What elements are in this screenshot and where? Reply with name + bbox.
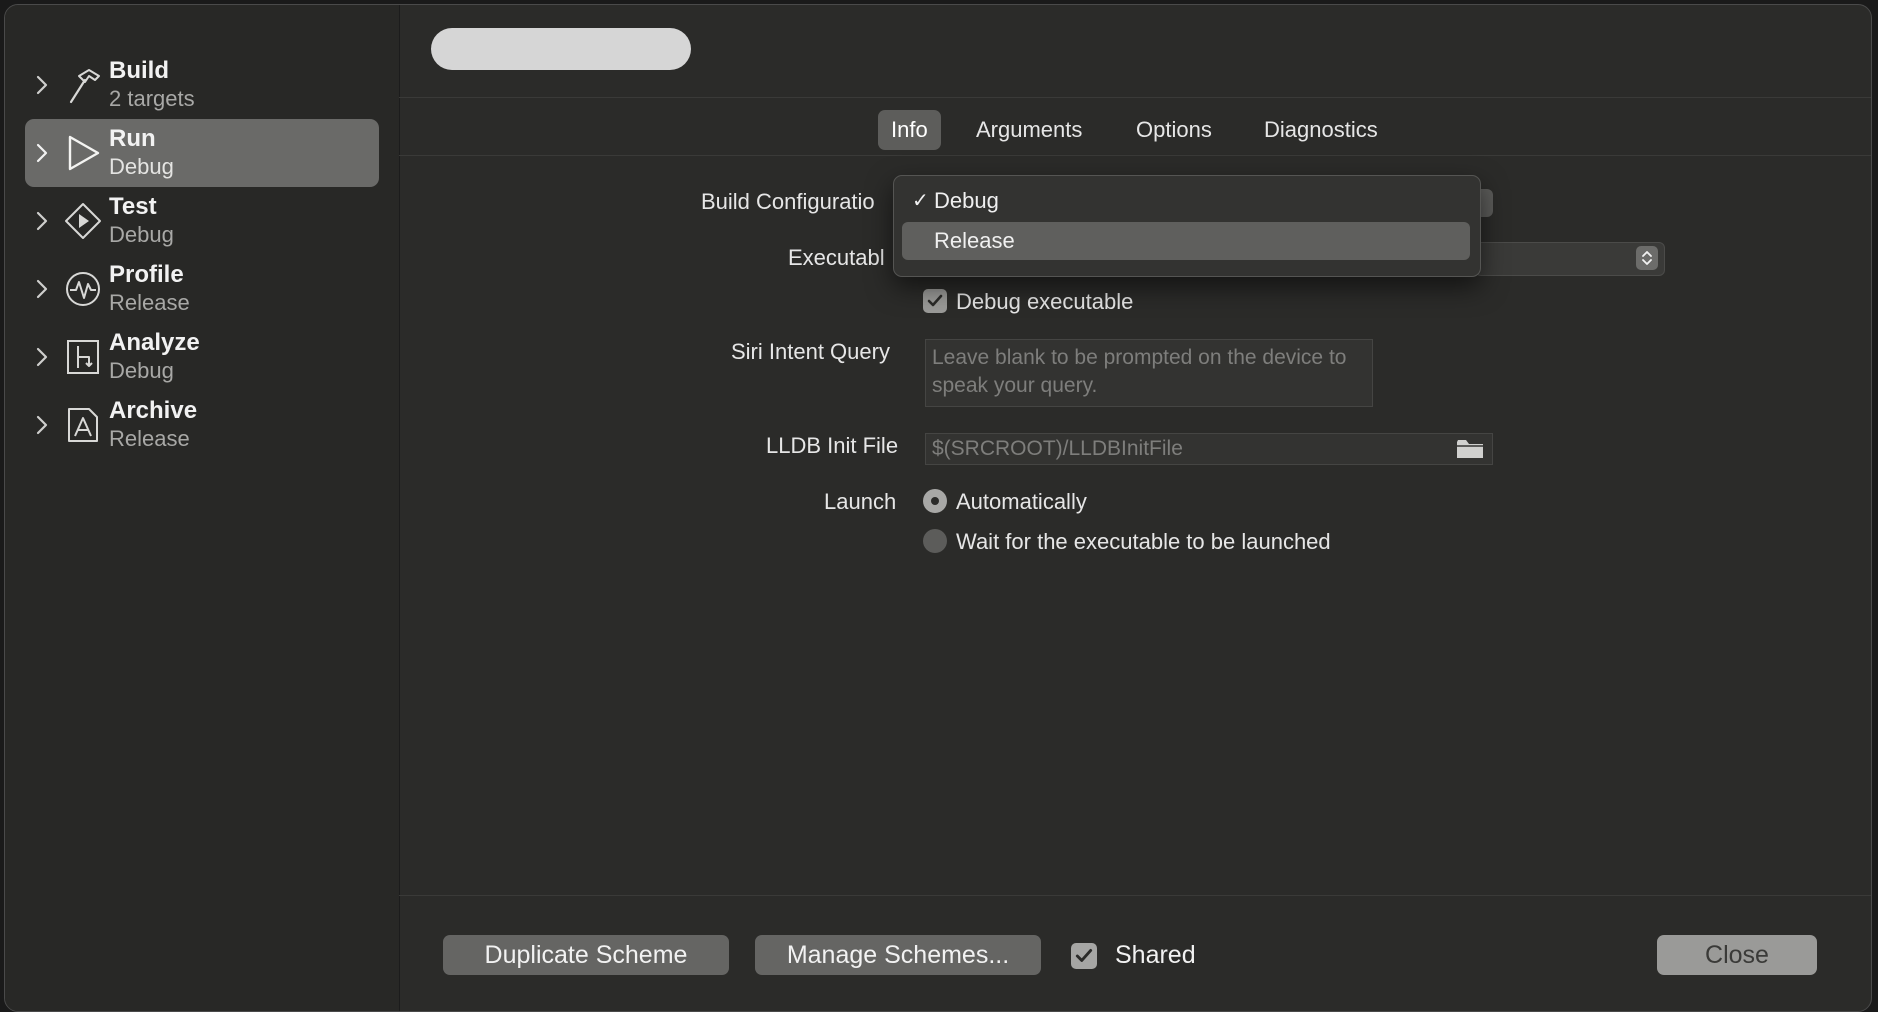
sidebar-item-subtitle: 2 targets xyxy=(109,86,195,111)
chevron-right-icon[interactable] xyxy=(31,207,53,235)
hammer-icon xyxy=(63,65,103,105)
launch-wait-label: Wait for the executable to be launched xyxy=(956,529,1331,554)
debug-executable-label: Debug executable xyxy=(956,289,1134,314)
sidebar-item-test[interactable]: Test Debug xyxy=(25,187,379,255)
menu-item-debug[interactable]: ✓ Debug xyxy=(902,182,1470,220)
launch-wait-radio[interactable] xyxy=(923,529,947,553)
launch-label: Launch xyxy=(824,489,897,514)
lldb-init-file-label: LLDB Init File xyxy=(766,433,899,458)
sidebar-item-title: Analyze xyxy=(109,329,200,356)
sidebar-item-run[interactable]: Run Debug xyxy=(25,119,379,187)
archive-icon xyxy=(63,405,103,445)
sidebar-item-title: Profile xyxy=(109,261,184,288)
sidebar-item-title: Test xyxy=(109,193,157,220)
sidebar-item-build[interactable]: Build 2 targets xyxy=(25,51,379,119)
sidebar-item-title: Run xyxy=(109,125,156,152)
sidebar-item-analyze[interactable]: Analyze Debug xyxy=(25,323,379,391)
tab-options[interactable]: Options xyxy=(1123,110,1225,150)
launch-automatically-radio[interactable] xyxy=(923,489,947,513)
manage-schemes-button[interactable]: Manage Schemes... xyxy=(755,935,1041,975)
sidebar-item-profile[interactable]: Profile Release xyxy=(25,255,379,323)
menu-item-label: Release xyxy=(934,228,1015,253)
sidebar-item-title: Archive xyxy=(109,397,198,424)
sidebar-item-title: Build xyxy=(109,57,169,84)
siri-intent-query-label: Siri Intent Query xyxy=(731,339,890,364)
close-button[interactable]: Close xyxy=(1657,935,1817,975)
folder-icon[interactable] xyxy=(1456,438,1484,460)
executable-label: Executabl xyxy=(788,245,885,270)
play-icon xyxy=(63,133,103,173)
chevron-right-icon[interactable] xyxy=(31,343,53,371)
menu-item-label: Debug xyxy=(934,188,999,213)
duplicate-scheme-button[interactable]: Duplicate Scheme xyxy=(443,935,729,975)
tab-diagnostics[interactable]: Diagnostics xyxy=(1251,110,1391,150)
checkmark-icon: ✓ xyxy=(912,190,929,212)
tab-info[interactable]: Info xyxy=(878,110,941,150)
scheme-action-sidebar: Build 2 targets Run Debug Test Debug Pro… xyxy=(5,5,400,1011)
sidebar-item-subtitle: Debug xyxy=(109,222,174,247)
shared-checkbox[interactable] xyxy=(1071,943,1097,969)
divider xyxy=(399,895,1871,896)
debug-executable-checkbox[interactable] xyxy=(923,289,947,313)
sidebar-item-subtitle: Debug xyxy=(109,358,174,383)
analyze-icon xyxy=(63,337,103,377)
lldb-init-file-field[interactable]: $(SRCROOT)/LLDBInitFile xyxy=(925,433,1493,465)
divider xyxy=(399,155,1871,156)
shared-label: Shared xyxy=(1115,941,1196,969)
launch-automatically-label: Automatically xyxy=(956,489,1087,514)
scheme-editor-window: Build 2 targets Run Debug Test Debug Pro… xyxy=(4,4,1872,1012)
chevron-right-icon[interactable] xyxy=(31,71,53,99)
lldb-init-file-placeholder: $(SRCROOT)/LLDBInitFile xyxy=(932,437,1183,460)
test-diamond-icon xyxy=(63,201,103,241)
siri-intent-query-field[interactable]: Leave blank to be prompted on the device… xyxy=(925,339,1373,407)
waveform-icon xyxy=(63,269,103,309)
divider xyxy=(399,97,1871,98)
up-down-chevron-icon xyxy=(1636,246,1658,270)
build-configuration-menu: ✓ Debug Release xyxy=(893,175,1481,277)
sidebar-item-archive[interactable]: Archive Release xyxy=(25,391,379,459)
chevron-right-icon[interactable] xyxy=(31,411,53,439)
scheme-name-field[interactable] xyxy=(431,28,691,70)
menu-item-release[interactable]: Release xyxy=(902,222,1470,260)
tab-arguments[interactable]: Arguments xyxy=(963,110,1095,150)
executable-popup-button[interactable] xyxy=(1475,242,1665,276)
chevron-right-icon[interactable] xyxy=(31,275,53,303)
sidebar-item-subtitle: Release xyxy=(109,426,190,451)
build-configuration-label: Build Configuratio xyxy=(701,189,875,214)
sidebar-item-subtitle: Release xyxy=(109,290,190,315)
sidebar-item-subtitle: Debug xyxy=(109,154,174,179)
chevron-right-icon[interactable] xyxy=(31,139,53,167)
